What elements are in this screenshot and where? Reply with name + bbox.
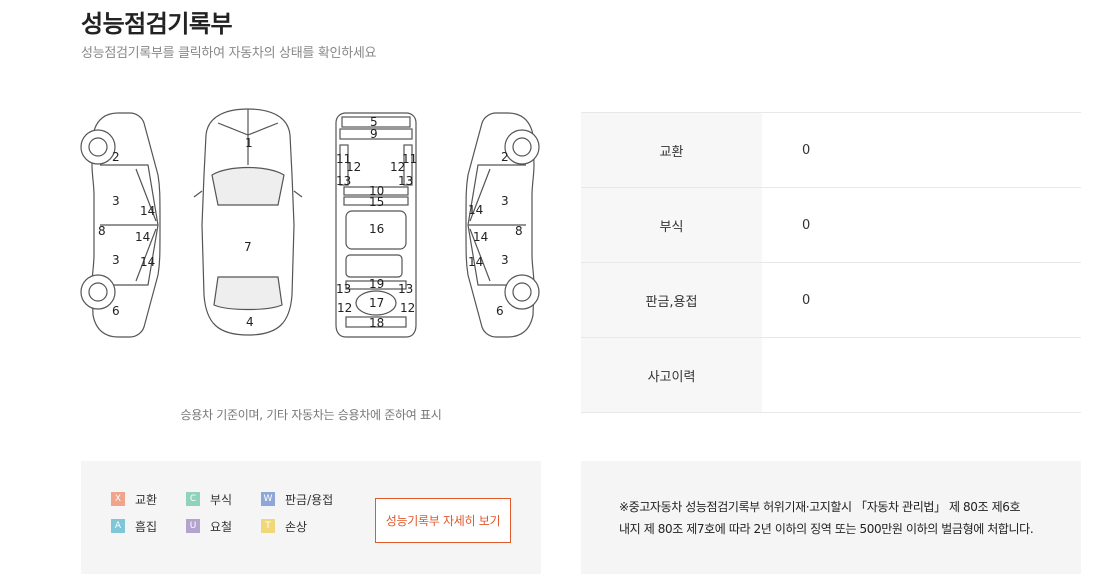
legend-item-welding: W 판금/용접 — [261, 491, 361, 507]
status-row-accident-history: 사고이력 — [581, 338, 1081, 413]
legend-badge-c: C — [186, 492, 200, 506]
part-3-right-rear[interactable]: 3 — [501, 253, 509, 267]
part-11-right[interactable]: 11 — [402, 152, 417, 166]
part-17[interactable]: 17 — [369, 296, 384, 310]
part-14-left-front[interactable]: 14 — [140, 204, 155, 218]
part-6-right[interactable]: 6 — [496, 304, 504, 318]
part-14-right-front[interactable]: 14 — [468, 203, 483, 217]
part-16[interactable]: 16 — [369, 222, 384, 236]
part-2-right[interactable]: 2 — [501, 150, 509, 164]
car-diagram-svg[interactable]: 2 3 14 8 14 3 14 6 1 7 4 5 9 11 12 12 11… — [78, 105, 548, 345]
status-row-sheet-metal-welding: 판금,용접 0 — [581, 263, 1081, 338]
part-1-top[interactable]: 1 — [245, 136, 253, 150]
part-8-left[interactable]: 8 — [98, 224, 106, 238]
part-9[interactable]: 9 — [370, 127, 378, 141]
part-3-left-rear[interactable]: 3 — [112, 253, 120, 267]
part-3-left-front[interactable]: 3 — [112, 194, 120, 208]
part-12-left[interactable]: 12 — [346, 160, 361, 174]
legal-notice-line: 내지 제 80조 제7호에 따라 2년 이하의 징역 또는 500만원 이하의 … — [619, 521, 1034, 536]
legend-panel: X 교환 C 부식 W 판금/용접 A 흠집 U 요철 T 손상 성능기록부 자… — [81, 461, 541, 574]
part-12-rear-left[interactable]: 12 — [337, 301, 352, 315]
legend-badge-u: U — [186, 519, 200, 533]
status-row-corrosion: 부식 0 — [581, 188, 1081, 263]
part-18[interactable]: 18 — [369, 316, 384, 330]
legend-label: 손상 — [285, 519, 308, 534]
car-diagram-caption: 승용차 기준이며, 기타 자동차는 승용차에 준하여 표시 — [180, 408, 442, 422]
legend-item-scratch: A 흠집 — [111, 518, 186, 534]
legend-label: 판금/용접 — [285, 492, 334, 507]
status-label: 부식 — [581, 188, 762, 262]
part-6-left[interactable]: 6 — [112, 304, 120, 318]
part-15[interactable]: 15 — [369, 195, 384, 209]
legend-badge-w: W — [261, 492, 275, 506]
legend-grid: X 교환 C 부식 W 판금/용접 A 흠집 U 요철 T 손상 — [111, 491, 361, 534]
legend-label: 흠집 — [135, 519, 158, 534]
status-label: 판금,용접 — [581, 263, 762, 337]
legend-item-exchange: X 교환 — [111, 491, 186, 507]
part-13-rear-right[interactable]: 13 — [398, 282, 413, 296]
legend-badge-x: X — [111, 492, 125, 506]
part-2-left[interactable]: 2 — [112, 150, 120, 164]
legend-label: 요철 — [210, 519, 233, 534]
part-4-top[interactable]: 4 — [246, 315, 254, 329]
part-13-front-right[interactable]: 13 — [398, 174, 413, 188]
legend-badge-a: A — [111, 519, 125, 533]
legend-label: 교환 — [135, 492, 158, 507]
legend-item-damage: T 손상 — [261, 518, 361, 534]
car-diagram[interactable]: 2 3 14 8 14 3 14 6 1 7 4 5 9 11 12 12 11… — [78, 105, 548, 345]
legal-notice-panel: ※중고자동차 성능점검기록부 허위기재·고지할시 「자동차 관리법」 제 80조… — [581, 461, 1081, 574]
part-13-rear-left[interactable]: 13 — [336, 282, 351, 296]
status-value — [762, 338, 1081, 412]
legal-notice-line: ※중고자동차 성능점검기록부 허위기재·고지할시 「자동차 관리법」 제 80조… — [619, 499, 1021, 514]
status-value: 0 — [802, 217, 811, 233]
legal-notice: ※중고자동차 성능점검기록부 허위기재·고지할시 「자동차 관리법」 제 80조… — [619, 496, 1034, 540]
part-14-left-rear[interactable]: 14 — [140, 255, 155, 269]
part-14-right-rear[interactable]: 14 — [468, 255, 483, 269]
legend-label: 부식 — [210, 492, 233, 507]
part-14-right-mid[interactable]: 14 — [473, 230, 488, 244]
status-value: 0 — [802, 142, 811, 158]
car-left-view[interactable] — [80, 112, 161, 338]
page-subtitle: 성능점검기록부를 클릭하여 자동차의 상태를 확인하세요 — [81, 46, 377, 61]
part-13-front-left[interactable]: 13 — [336, 174, 351, 188]
view-report-detail-button[interactable]: 성능기록부 자세히 보기 — [375, 498, 511, 543]
part-3-right-front[interactable]: 3 — [501, 194, 509, 208]
status-value: 0 — [802, 292, 811, 308]
legend-item-corrosion: C 부식 — [186, 491, 261, 507]
part-19[interactable]: 19 — [369, 277, 384, 291]
part-8-right[interactable]: 8 — [515, 224, 523, 238]
part-12-rear-right[interactable]: 12 — [400, 301, 415, 315]
status-row-exchange: 교환 0 — [581, 113, 1081, 188]
page-title: 성능점검기록부 — [81, 10, 233, 38]
status-label: 사고이력 — [581, 338, 762, 412]
status-label: 교환 — [581, 113, 762, 187]
part-14-left-mid[interactable]: 14 — [135, 230, 150, 244]
legend-item-dent: U 요철 — [186, 518, 261, 534]
legend-badge-t: T — [261, 519, 275, 533]
status-table: 교환 0 부식 0 판금,용접 0 사고이력 — [581, 112, 1081, 413]
part-7-top[interactable]: 7 — [244, 240, 252, 254]
